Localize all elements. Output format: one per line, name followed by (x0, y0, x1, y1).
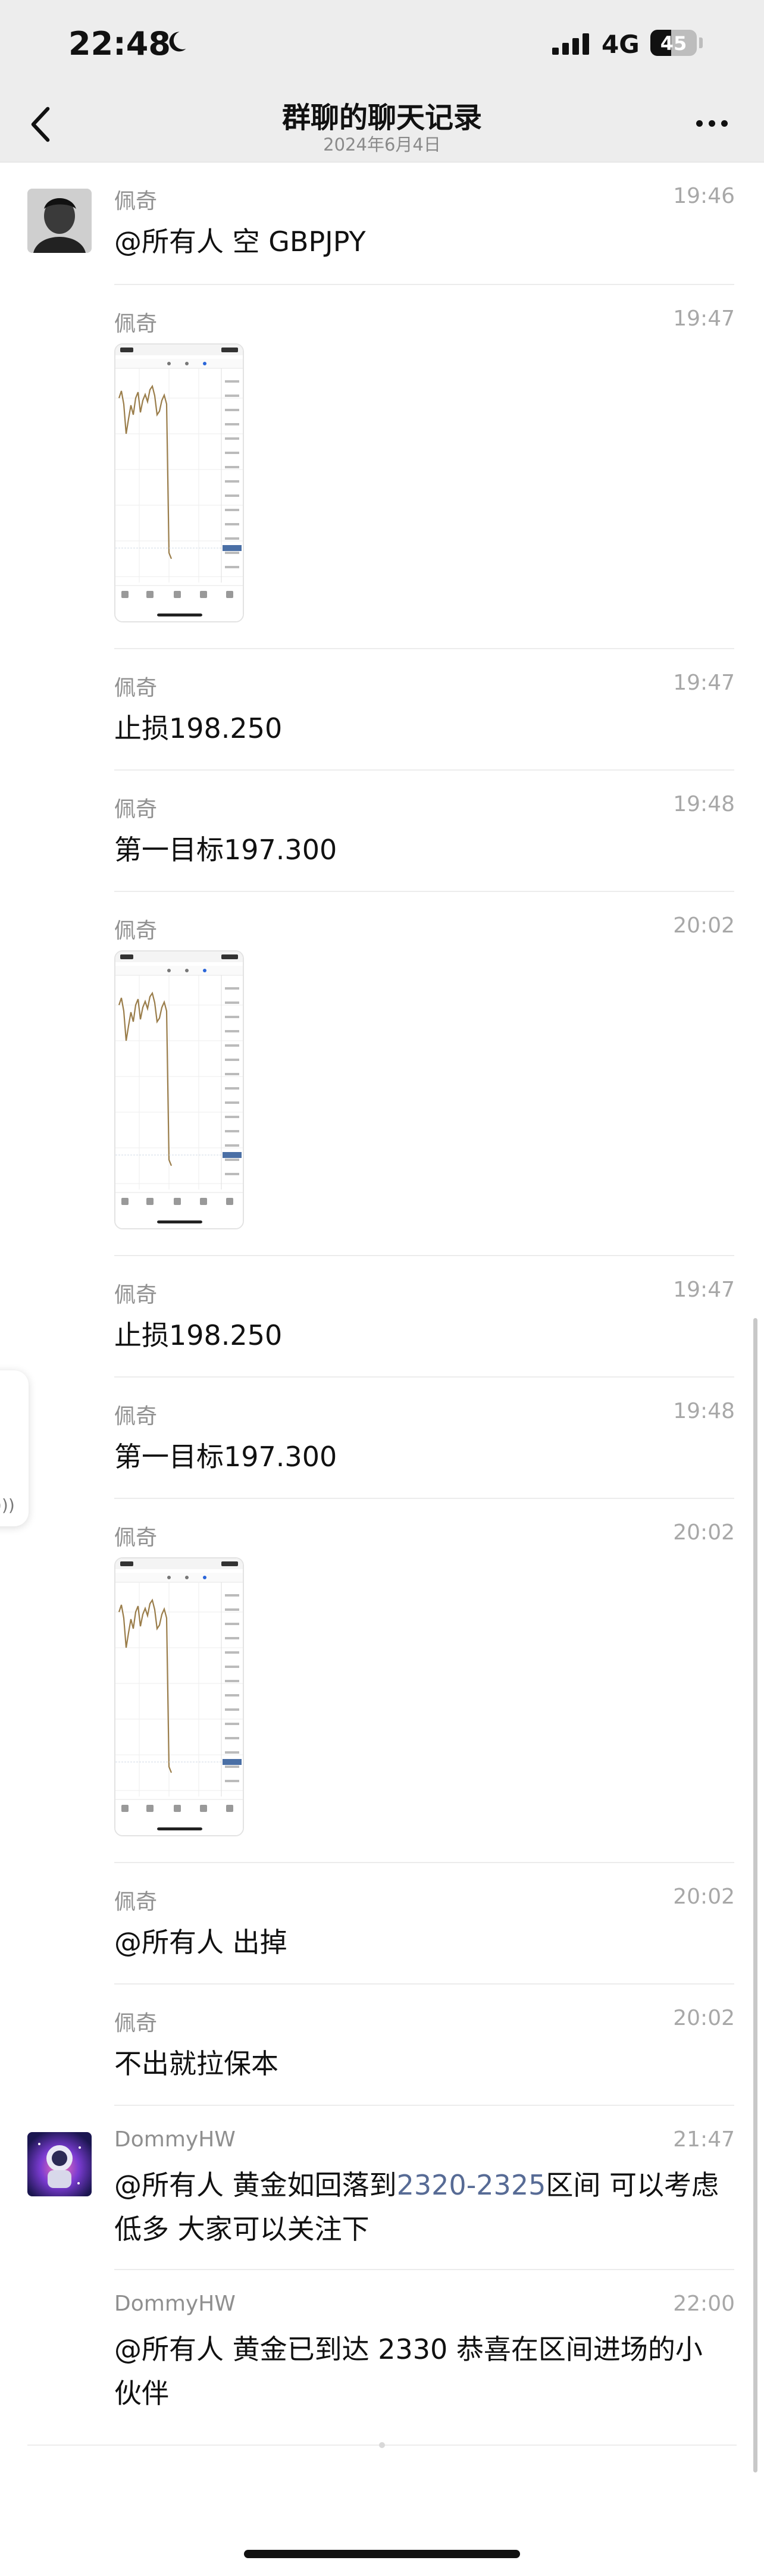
message-text: 第一目标197.300 (114, 1441, 337, 1473)
message-time: 20:02 (673, 913, 735, 938)
sender-name[interactable]: 佩奇 (114, 1399, 157, 1430)
sender-name[interactable]: 佩奇 (114, 792, 157, 823)
status-time: 22:48 (68, 25, 171, 62)
message-time: 20:02 (673, 1885, 735, 1909)
message-item: DommyHW 22:00 @所有人 黄金已到达 2330 恭喜在区间进场的小伙伴 (0, 2270, 764, 2434)
message-text: 第一目标197.300 (114, 834, 337, 866)
sender-name[interactable]: DommyHW (114, 2292, 236, 2316)
message-item: 佩奇 19:46 @所有人 空 GBPJPY (0, 162, 764, 285)
message-text: @所有人 出掉 (114, 1926, 287, 1958)
sender-name[interactable]: 佩奇 (114, 913, 157, 944)
message-list: 佩奇 19:46 @所有人 空 GBPJPY 佩奇 19:47 佩奇 19:47 止损198.… (0, 162, 764, 2434)
message-text: 止损198.250 (114, 1319, 283, 1351)
message-time: 19:46 (673, 184, 735, 208)
page-title: 群聊的聊天记录 (281, 101, 482, 134)
audio-wave-icon: ))) (0, 1495, 15, 1515)
sender-name[interactable]: 佩奇 (114, 1278, 157, 1309)
end-dot (379, 2442, 385, 2448)
message-image-item: 佩奇 20:02 (0, 892, 764, 1256)
message-time: 20:02 (673, 2006, 735, 2030)
message-item: DommyHW 21:47 @所有人 黄金如回落到2320-2325区间 可以考虑低… (0, 2106, 764, 2270)
message-image-item: 佩奇 19:47 (0, 285, 764, 649)
more-dots-icon[interactable] (696, 114, 732, 132)
signal-icon (552, 32, 589, 55)
highlighted-range-link[interactable]: 2320-2325 (397, 2169, 546, 2201)
chart-screenshot-image[interactable] (114, 343, 244, 622)
message-item: 佩奇 20:02 不出就拉保本 (0, 1985, 764, 2106)
message-time: 21:47 (673, 2127, 735, 2152)
message-time: 19:47 (673, 1278, 735, 1302)
floating-audio-widget[interactable]: ))) (0, 1370, 29, 1526)
message-text-part: @所有人 黄金如回落到 (114, 2169, 397, 2201)
sender-name[interactable]: 佩奇 (114, 1520, 157, 1551)
battery-icon: 45 (650, 30, 697, 56)
message-item: 佩奇 19:47 止损198.250 (0, 1256, 764, 1378)
chart-screenshot-image[interactable] (114, 950, 244, 1229)
moon-icon (169, 32, 186, 52)
message-time: 19:48 (673, 1399, 735, 1423)
message-image-item: 佩奇 20:02 (0, 1499, 764, 1863)
nav-bar: 群聊的聊天记录 2024年6月4日 (0, 89, 764, 162)
page-subtitle-date: 2024年6月4日 (323, 134, 441, 155)
message-text: @所有人 黄金如回落到2320-2325区间 可以考虑低多 大家可以关注下 (114, 2163, 727, 2251)
message-text: 不出就拉保本 (114, 2048, 278, 2080)
message-time: 19:47 (673, 671, 735, 695)
message-text: 止损198.250 (114, 712, 283, 744)
message-text: @所有人 黄金已到达 2330 恭喜在区间进场的小伙伴 (114, 2333, 703, 2409)
avatar[interactable] (27, 2132, 92, 2196)
message-time: 22:00 (673, 2292, 735, 2316)
sender-name[interactable]: 佩奇 (114, 1885, 157, 1915)
chart-screenshot-image[interactable] (114, 1557, 244, 1836)
message-item: 佩奇 19:48 第一目标197.300 (0, 771, 764, 892)
message-time: 19:48 (673, 792, 735, 816)
avatar[interactable] (27, 189, 92, 253)
message-item: 佩奇 19:48 第一目标197.300 (0, 1378, 764, 1499)
battery-tip (699, 37, 703, 48)
sender-name[interactable]: DommyHW (114, 2127, 236, 2152)
message-text: @所有人 空 GBPJPY (114, 226, 366, 258)
battery-percent: 45 (660, 32, 687, 55)
home-indicator[interactable] (244, 2550, 520, 2558)
scrollbar[interactable] (753, 1318, 757, 2472)
message-time: 20:02 (673, 1520, 735, 1545)
status-bar: 22:48 4G 45 (0, 0, 764, 89)
message-time: 19:47 (673, 306, 735, 331)
sender-name[interactable]: 佩奇 (114, 184, 157, 215)
network-type: 4G (602, 30, 640, 59)
message-item: 佩奇 20:02 @所有人 出掉 (0, 1863, 764, 1985)
message-item: 佩奇 19:47 止损198.250 (0, 649, 764, 771)
sender-name[interactable]: 佩奇 (114, 306, 157, 337)
sender-name[interactable]: 佩奇 (114, 2006, 157, 2037)
sender-name[interactable]: 佩奇 (114, 671, 157, 702)
